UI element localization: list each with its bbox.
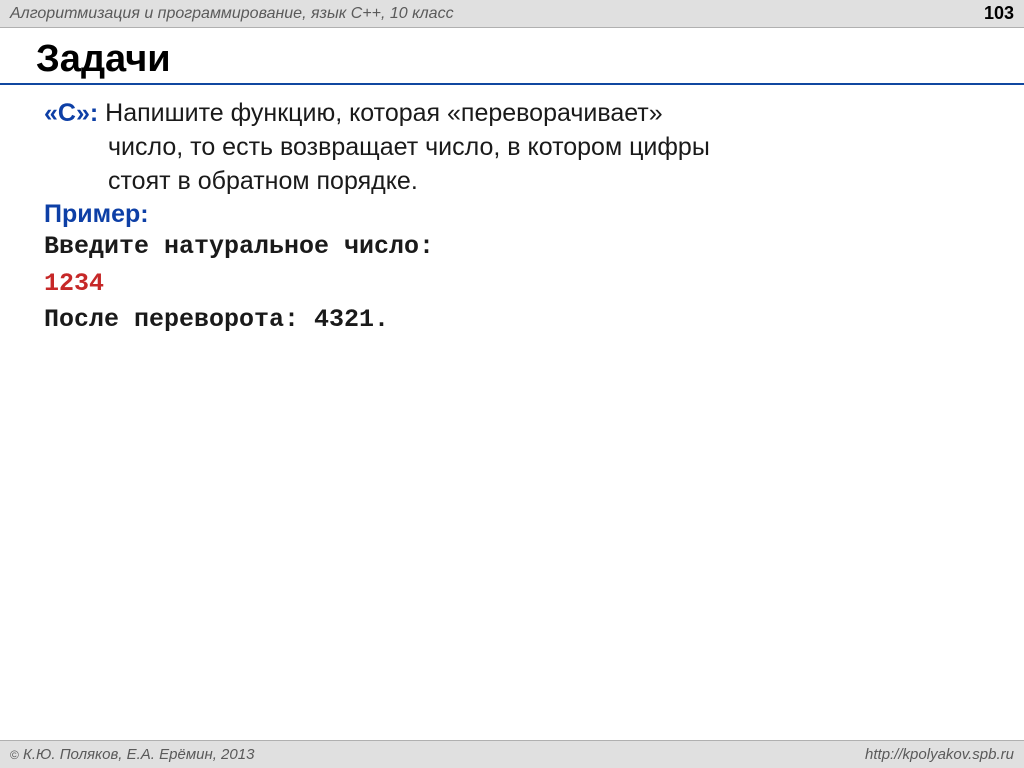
task-level: «С»:: [44, 99, 98, 127]
example-input: 1234: [44, 266, 980, 302]
task-line-1: Напишите функцию, которая «переворачивае…: [98, 99, 662, 127]
footer-bar: © К.Ю. Поляков, Е.А. Ерёмин, 2013 http:/…: [0, 740, 1024, 768]
task-line-3: стоят в обратном порядке.: [44, 165, 980, 199]
page-number: 103: [984, 3, 1014, 24]
footer-copyright: © К.Ю. Поляков, Е.А. Ерёмин, 2013: [10, 746, 254, 763]
slide-content: «С»: Напишите функцию, которая «перевора…: [0, 97, 1024, 338]
header-bar: Алгоритмизация и программирование, язык …: [0, 0, 1024, 28]
task-description: «С»: Напишите функцию, которая «перевора…: [44, 97, 980, 198]
copyright-icon: ©: [10, 748, 19, 762]
example-label: Пример:: [44, 200, 980, 229]
example-prompt: Введите натуральное число:: [44, 229, 980, 265]
footer-url: http://kpolyakov.spb.ru: [865, 746, 1014, 763]
example-output: После переворота: 4321.: [44, 302, 980, 338]
task-line-2: число, то есть возвращает число, в котор…: [44, 131, 980, 165]
header-subject: Алгоритмизация и программирование, язык …: [10, 5, 454, 23]
slide-title: Задачи: [0, 28, 1024, 85]
